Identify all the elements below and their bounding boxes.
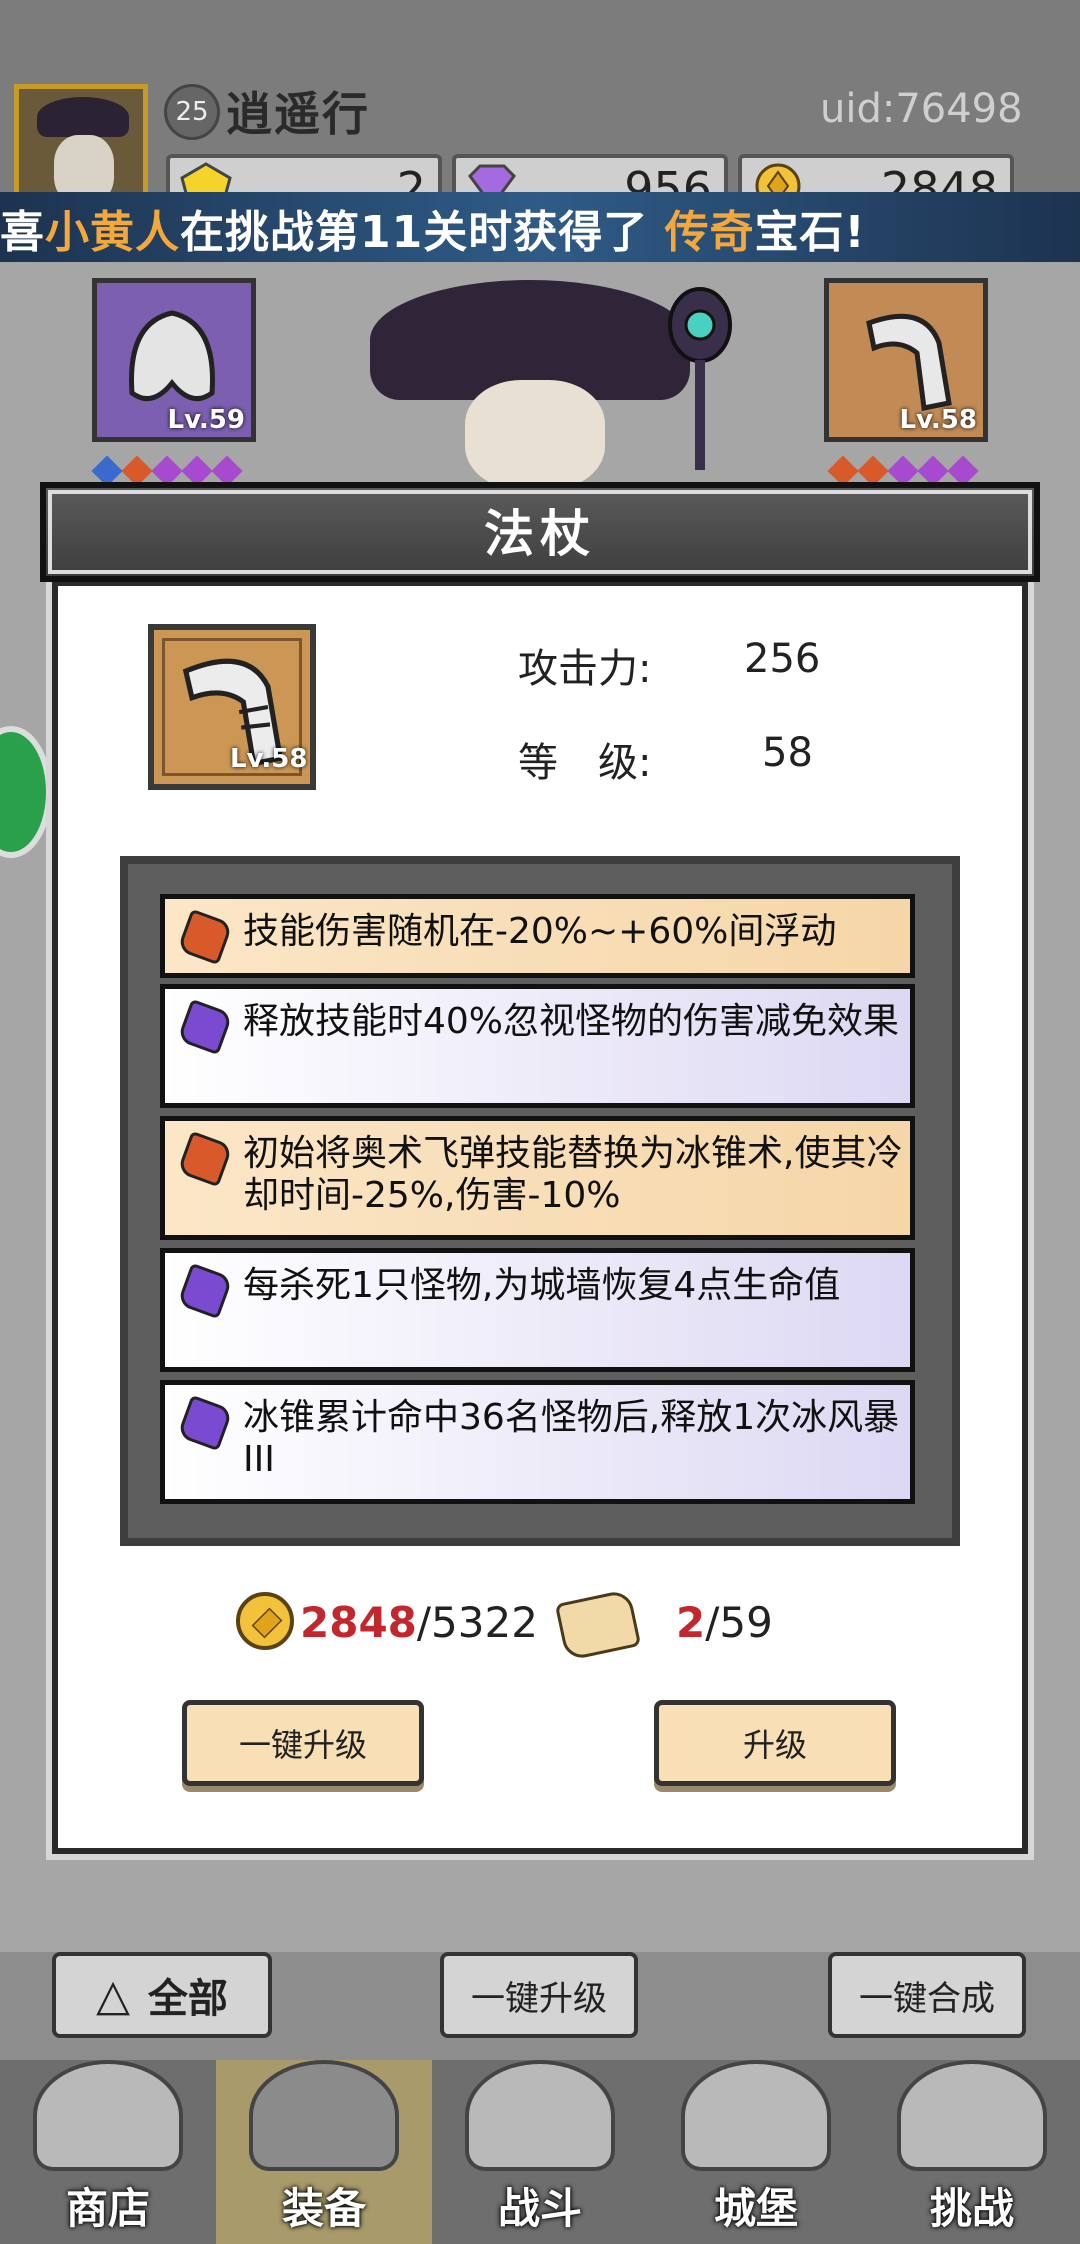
player-uid: uid:76498 — [820, 86, 1023, 132]
orange-gem-icon — [176, 908, 234, 966]
slot-level: Lv.58 — [899, 405, 977, 435]
one-key-upgrade-button[interactable]: 一键升级 — [182, 1700, 424, 1786]
stat-value-attack: 256 — [744, 636, 821, 682]
player-name: 逍遥行 — [226, 87, 370, 141]
gold-coin-icon — [236, 1592, 294, 1650]
upgrade-button[interactable]: 升级 — [654, 1700, 896, 1786]
purple-gem-icon — [176, 1262, 234, 1320]
trait-row: 技能伤害随机在-20%~+60%间浮动 — [160, 894, 915, 978]
slot-level: Lv.59 — [167, 405, 245, 435]
shop-icon — [33, 2060, 183, 2171]
announcement-text: 喜小黄人在挑战第11关时获得了 传奇宝石! — [0, 196, 866, 260]
staff-illustration — [668, 287, 732, 470]
nav-label: 战斗 — [497, 2184, 582, 2233]
stat-value-level: 58 — [762, 730, 813, 776]
nav-shop[interactable]: 商店 — [0, 2060, 216, 2244]
gold-cost: 2848/5322 — [300, 1598, 538, 1647]
banner-suffix: 宝石! — [754, 207, 866, 258]
scroll-need: /59 — [705, 1598, 773, 1647]
trait-text: 每杀死1只怪物,为城墙恢复4点生命值 — [243, 1265, 841, 1306]
one-key-upgrade-all-button[interactable]: 一键升级 — [440, 1952, 638, 2038]
trait-text: 技能伤害随机在-20%~+60%间浮动 — [243, 911, 837, 952]
trait-text: 冰锥累计命中36名怪物后,释放1次冰风暴III — [243, 1397, 900, 1480]
purple-gem-icon — [176, 998, 234, 1056]
stat-label-attack: 攻击力: — [518, 646, 652, 692]
trait-row: 冰锥累计命中36名怪物后,释放1次冰风暴III — [160, 1380, 915, 1504]
banner-rarity: 传奇 — [664, 207, 755, 258]
gold-have: 2848 — [300, 1598, 417, 1647]
castle-icon — [681, 2060, 831, 2171]
shield-icon — [897, 2060, 1047, 2171]
scroll-cost: 2/59 — [676, 1598, 773, 1647]
witch-character-illustration — [465, 380, 605, 490]
equip-slot-staff[interactable]: Lv.58 — [824, 278, 988, 442]
orange-gem-icon — [176, 1130, 234, 1188]
triangle-filter-icon: △ — [96, 1969, 130, 2021]
nav-label: 挑战 — [929, 2184, 1014, 2233]
trait-row: 释放技能时40%忽视怪物的伤害减免效果 — [160, 984, 915, 1108]
banner-player: 小黄人 — [45, 207, 180, 258]
backpack-icon — [249, 2060, 399, 2171]
trait-row: 每杀死1只怪物,为城墙恢复4点生命值 — [160, 1248, 915, 1372]
purple-gem-icon — [176, 1394, 234, 1452]
filter-all-button[interactable]: △ 全部 — [52, 1952, 272, 2038]
nav-castle[interactable]: 城堡 — [648, 2060, 864, 2244]
filter-all-label: 全部 — [147, 1976, 228, 2022]
nav-challenge[interactable]: 挑战 — [864, 2060, 1080, 2244]
item-level-badge: Lv.58 — [230, 744, 308, 774]
nav-label: 商店 — [65, 2184, 150, 2233]
trait-row: 初始将奥术飞弹技能替换为冰锥术,使其冷却时间-25%,伤害-10% — [160, 1116, 915, 1240]
avatar-hat — [37, 97, 129, 137]
one-key-merge-button[interactable]: 一键合成 — [828, 1952, 1026, 2038]
dialog-title: 法杖 — [484, 505, 596, 563]
banner-prefix: 喜 — [0, 207, 45, 258]
nav-label: 城堡 — [713, 2184, 798, 2233]
trait-text: 初始将奥术飞弹技能替换为冰锥术,使其冷却时间-25%,伤害-10% — [243, 1133, 903, 1216]
equip-slot-helmet[interactable]: Lv.59 — [92, 278, 256, 442]
scroll-have: 2 — [676, 1598, 706, 1647]
gold-need: /5322 — [416, 1598, 538, 1647]
stat-label-level: 等 级: — [518, 740, 652, 786]
player-level-badge: 25 — [164, 84, 220, 140]
nav-equipment[interactable]: 装备 — [216, 2060, 432, 2244]
nav-battle[interactable]: 战斗 — [432, 2060, 648, 2244]
nav-label: 装备 — [281, 2184, 366, 2233]
banner-middle: 在挑战第11关时获得了 — [180, 207, 649, 258]
crossed-swords-icon — [465, 2060, 615, 2171]
trait-text: 释放技能时40%忽视怪物的伤害减免效果 — [243, 1001, 900, 1042]
